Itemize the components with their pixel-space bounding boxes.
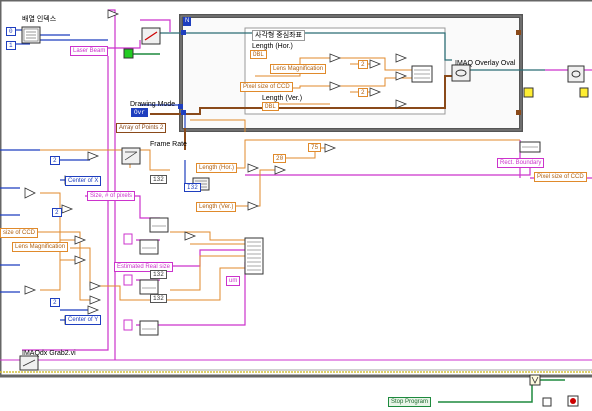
size-ccd-2[interactable]: size of CCD [0, 228, 39, 238]
dbl-constant-1[interactable]: DBL [250, 50, 267, 59]
rect-build-icon[interactable] [519, 141, 541, 153]
frame-rate-label: Frame Rate [150, 141, 187, 148]
index-constant-0[interactable]: 0 [6, 27, 16, 36]
drawing-mode-constant[interactable]: Ovr [131, 108, 148, 117]
laser-beam-indicator[interactable]: Laser Beam [70, 46, 109, 56]
output-subvi-icon[interactable] [567, 65, 585, 83]
build-array-icon[interactable] [411, 65, 433, 83]
lens-magnification-1[interactable]: Lens Magnification [270, 64, 327, 74]
lens-magnification-2[interactable]: Lens Magnification [12, 242, 69, 252]
constant-2-a[interactable]: 2 [358, 60, 368, 69]
constant-132-a[interactable]: 132 [150, 175, 167, 184]
loop-subdiagram-label: 사각형 중심좌표 [252, 30, 306, 41]
index-constant-1[interactable]: 1 [6, 41, 16, 50]
center-of-x[interactable]: Center of X [65, 176, 102, 186]
stop-or-icon[interactable] [529, 374, 541, 386]
length-hor-2[interactable]: Length (Hor.) [196, 163, 238, 173]
pixel-size-ccd-1[interactable]: Pixel size of CCD [240, 82, 293, 92]
stop-indicator-icon[interactable] [542, 397, 552, 407]
constant-75[interactable]: 75 [308, 143, 322, 152]
dbl-constant-2[interactable]: DBL [262, 102, 279, 111]
length-ver-2[interactable]: Length (Ver.) [196, 202, 237, 212]
color-constant-yellow[interactable] [523, 87, 534, 98]
imaq-grab-label: IMAQdx Grab2.vi [22, 350, 76, 357]
center-of-y[interactable]: Center of Y [65, 315, 102, 325]
constant-132-c[interactable]: 132 [150, 294, 167, 303]
constant-2-b[interactable]: 2 [358, 88, 368, 97]
bundle-node-icon[interactable] [244, 237, 264, 275]
constant-132-b[interactable]: 132 [150, 270, 167, 279]
constant-20[interactable]: 20 [273, 154, 287, 163]
imaq-grab-icon[interactable] [19, 355, 39, 371]
stop-condition-icon[interactable] [567, 395, 579, 407]
rect-boundary[interactable]: Rect. Boundary [497, 158, 545, 168]
size-pixels-indicator[interactable]: Size, # of pixels [87, 191, 136, 201]
array-of-points[interactable]: Array of Points 2 [116, 123, 167, 133]
color-constant-green[interactable] [123, 48, 134, 59]
pixel-size-ccd-2[interactable]: Pixel size of CCD [534, 172, 587, 182]
subvi-array-index-icon[interactable] [21, 26, 41, 44]
laser-beam-subvi-icon[interactable] [141, 27, 161, 45]
loop-iteration-terminal: N [183, 17, 192, 26]
boolean-indicators[interactable] [123, 233, 133, 331]
constant-2-c[interactable]: 2 [50, 156, 60, 165]
stop-program-button[interactable]: Stop Program [388, 397, 432, 407]
array-index-label: 배열 인덱스 [22, 16, 57, 23]
color-constant-yellow-2[interactable] [579, 87, 589, 98]
blue-wires [0, 29, 200, 321]
imaq-overlay-label: IMAQ Overlay Oval [455, 60, 516, 67]
constant-2-d[interactable]: 2 [52, 208, 62, 217]
frame-rate-subvi-icon[interactable] [121, 147, 141, 165]
um-unit-constant[interactable]: um [226, 276, 241, 286]
i32-constant[interactable]: I32 [184, 183, 201, 192]
constant-2-e[interactable]: 2 [50, 298, 60, 307]
